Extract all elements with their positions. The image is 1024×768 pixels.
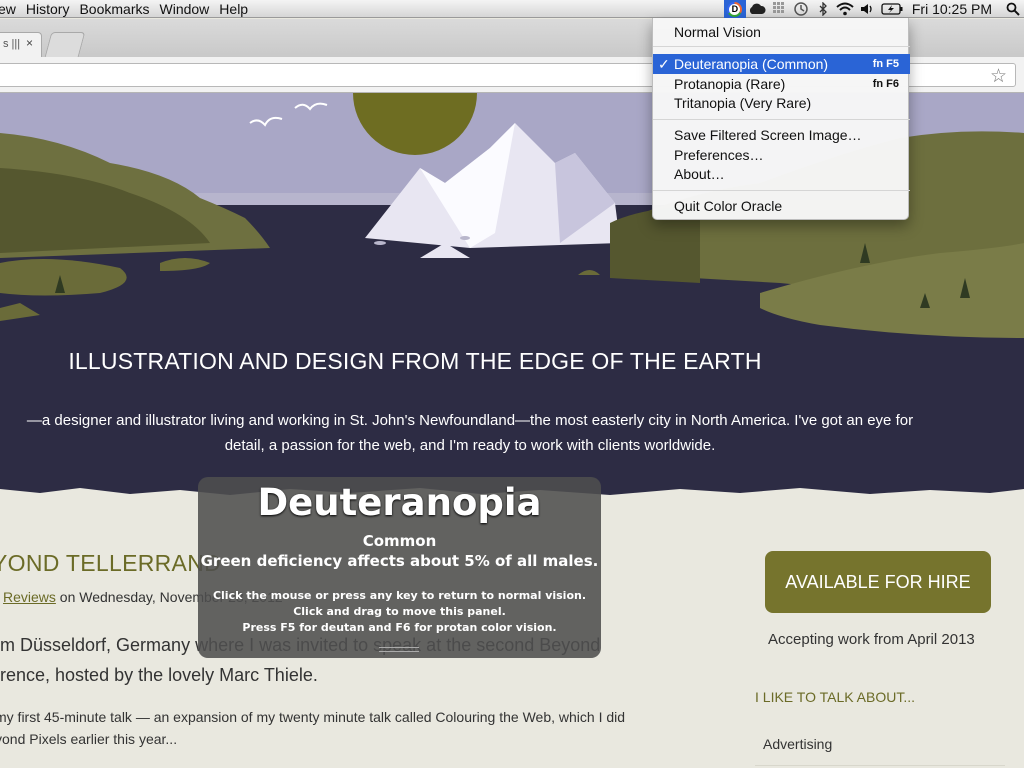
menu-separator <box>653 190 910 191</box>
hero-text-line-2: detail, a passion for the web, and I'm r… <box>224 437 716 454</box>
menu-bookmarks[interactable]: Bookmarks <box>79 0 159 18</box>
post-p1-line-2: erence, hosted by the lovely Marc Thiele… <box>0 665 318 685</box>
tab-close-icon[interactable]: × <box>26 36 33 50</box>
menubar-clock[interactable]: Fri 10:25 PM <box>906 0 1002 18</box>
menu-separator <box>653 46 910 47</box>
menu-item-normal-vision[interactable]: Normal Vision <box>653 22 910 42</box>
menu-item-label: Protanopia (Rare) <box>674 76 786 92</box>
post-paragraph-2: my first 45-minute talk — an expansion o… <box>0 706 735 750</box>
hero-title: ILLUSTRATION AND DESIGN FROM THE EDGE OF… <box>68 348 762 374</box>
menu-view[interactable]: ew <box>0 0 26 18</box>
color-oracle-menu: Normal Vision ✓ Deuteranopia (Common) fn… <box>652 18 910 220</box>
time-machine-icon[interactable] <box>790 0 812 18</box>
menu-window[interactable]: Window <box>160 0 220 18</box>
grid-icon[interactable] <box>768 0 790 18</box>
color-oracle-icon[interactable]: D <box>723 0 746 18</box>
menu-help[interactable]: Help <box>219 0 258 18</box>
menu-item-save-image[interactable]: Save Filtered Screen Image… <box>653 125 910 145</box>
spotlight-icon[interactable] <box>1002 0 1024 18</box>
browser-tab[interactable]: s ||| × <box>0 32 42 57</box>
post-p2-line-2: yond Pixels earlier this year... <box>0 731 178 747</box>
cloud-icon[interactable] <box>746 0 768 18</box>
panel-help-2: Click and drag to move this panel. <box>293 605 506 618</box>
available-for-hire-button[interactable]: AVAILABLE FOR HIRE <box>765 551 991 613</box>
menu-item-shortcut: fn F5 <box>872 58 899 70</box>
bookmark-star-icon[interactable]: ☆ <box>990 65 1007 88</box>
menu-item-label: Normal Vision <box>674 24 761 40</box>
accepting-work-text: Accepting work from April 2013 <box>768 631 975 648</box>
menu-item-label: About… <box>674 166 725 182</box>
menu-item-label: Save Filtered Screen Image… <box>674 127 862 143</box>
menu-history[interactable]: History <box>26 0 80 18</box>
post-p2-line-1: my first 45-minute talk — an expansion o… <box>0 709 626 725</box>
panel-subtitle: Common <box>362 532 437 550</box>
menu-item-tritanopia[interactable]: Tritanopia (Very Rare) <box>653 93 910 113</box>
category-link[interactable]: Reviews <box>3 589 56 605</box>
menu-item-protanopia[interactable]: Protanopia (Rare) fn F6 <box>653 74 910 94</box>
panel-description: Green deficiency affects about 5% of all… <box>200 552 599 570</box>
menu-item-quit[interactable]: Quit Color Oracle <box>653 196 910 216</box>
post-title[interactable]: YOND TELLERRAND <box>0 550 221 577</box>
panel-title: Deuteranopia <box>257 481 542 524</box>
wifi-icon[interactable] <box>834 0 856 18</box>
hero-text-line-1: —a designer and illustrator living and w… <box>26 412 914 429</box>
volume-icon[interactable] <box>856 0 878 18</box>
drag-handle[interactable] <box>379 647 419 652</box>
color-oracle-panel[interactable]: Deuteranopia Common Green deficiency aff… <box>198 477 601 658</box>
bluetooth-icon[interactable] <box>812 0 834 18</box>
menu-bar: ew History Bookmarks Window Help D Fri 1… <box>0 0 1024 18</box>
menu-item-label: Preferences… <box>674 147 764 163</box>
menu-item-preferences[interactable]: Preferences… <box>653 145 910 165</box>
checkmark-icon: ✓ <box>658 56 670 72</box>
menu-separator <box>653 119 910 120</box>
menu-item-label: Deuteranopia (Common) <box>674 56 829 72</box>
hero-description: —a designer and illustrator living and w… <box>0 408 950 458</box>
color-oracle-letter: D <box>729 3 741 15</box>
panel-help-3: Press F5 for deutan and F6 for protan co… <box>242 621 557 634</box>
menu-item-label: Tritanopia (Very Rare) <box>674 95 812 111</box>
battery-icon[interactable] <box>878 0 906 18</box>
menu-item-label: Quit Color Oracle <box>674 198 783 214</box>
talk-about-heading: I LIKE TO TALK ABOUT... <box>755 689 916 705</box>
menu-item-shortcut: fn F6 <box>872 78 899 90</box>
divider <box>755 765 1005 766</box>
talk-item-advertising[interactable]: Advertising <box>763 736 832 752</box>
panel-help-1: Click the mouse or press any key to retu… <box>212 589 587 602</box>
tab-title: s ||| <box>3 38 21 50</box>
menu-item-about[interactable]: About… <box>653 164 910 184</box>
menu-item-deuteranopia[interactable]: ✓ Deuteranopia (Common) fn F5 <box>653 54 910 74</box>
new-tab-button[interactable] <box>44 32 86 57</box>
